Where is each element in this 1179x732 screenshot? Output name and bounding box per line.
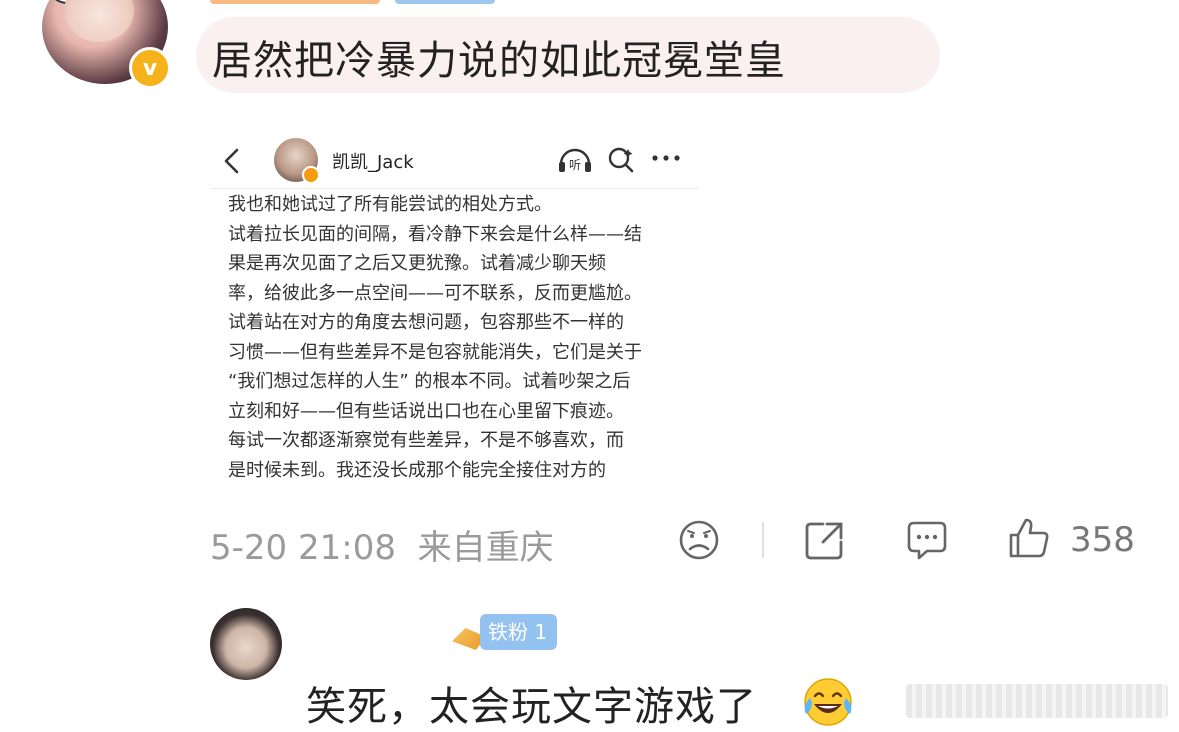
- like-icon[interactable]: [1007, 516, 1051, 560]
- avatar-face: [64, 0, 134, 42]
- fan-badge-label: 铁粉 1: [480, 614, 558, 650]
- comment-icon[interactable]: [905, 518, 949, 562]
- comment-meta: 5-20 21:08 来自重庆: [210, 520, 554, 569]
- share-icon[interactable]: [803, 518, 847, 562]
- reply-text: 笑死，太会玩文字游戏了: [306, 684, 757, 730]
- back-icon[interactable]: [222, 146, 242, 184]
- paragraph-line: 果是再次见面了之后又更犹豫。试着减少聊天频: [228, 253, 606, 274]
- paragraph-line: 立刻和好——但有些话说出口也在心里留下痕迹。: [228, 400, 624, 422]
- header-divider: [212, 188, 698, 189]
- paragraph-line: 试着拉长见面的间隔，看冷静下来会是什么样——结: [228, 223, 642, 245]
- more-icon[interactable]: [650, 142, 682, 179]
- paragraph-line: 试着站在对方的角度去想问题，包容那些不一样的: [228, 312, 624, 333]
- commenter-name-strip[interactable]: [210, 0, 380, 4]
- tears-of-joy-emoji: [800, 676, 856, 728]
- listen-icon[interactable]: 听: [557, 144, 593, 174]
- reply-avatar[interactable]: [210, 608, 282, 680]
- search-icon[interactable]: [607, 146, 635, 174]
- watermark: [906, 684, 1168, 718]
- screenshot-verified-icon: [302, 166, 320, 184]
- commenter-badge: [395, 0, 495, 4]
- paragraph-line: 是时候未到。我还没长成那个能完全接住对方的: [228, 459, 606, 481]
- paragraph-line: 习惯——但有些差异不是包容就能消失，它们是关于: [228, 341, 642, 363]
- comment-text: 居然把冷暴力说的如此冠冕堂皇: [212, 38, 786, 84]
- action-separator: [762, 522, 764, 558]
- verified-badge-icon: v: [129, 47, 171, 89]
- location: 来自重庆: [417, 528, 554, 568]
- like-count: 358: [1070, 520, 1135, 560]
- timestamp: 5-20 21:08: [210, 528, 396, 568]
- embedded-screenshot[interactable]: 凯凯_Jack 听 我也和她试过了所有能尝试的相处方式。 试着拉长见面的间隔，看…: [212, 128, 698, 488]
- paragraph-line: “我们想过怎样的人生” 的根本不同。试着吵架之后: [228, 371, 631, 392]
- svg-text:听: 听: [569, 158, 581, 172]
- sad-face-icon[interactable]: [677, 518, 721, 562]
- screenshot-paragraph: 我也和她试过了所有能尝试的相处方式。 试着拉长见面的间隔，看冷静下来会是什么样—…: [228, 190, 684, 485]
- screenshot-username[interactable]: 凯凯_Jack: [332, 148, 414, 174]
- paragraph-line: 每试一次都逐渐察觉有些差异，不是不够喜欢，而: [228, 430, 624, 451]
- paragraph-line: 我也和她试过了所有能尝试的相处方式。: [228, 194, 552, 215]
- paragraph-line: 率，给彼此多一点空间——可不联系，反而更尴尬。: [228, 282, 642, 304]
